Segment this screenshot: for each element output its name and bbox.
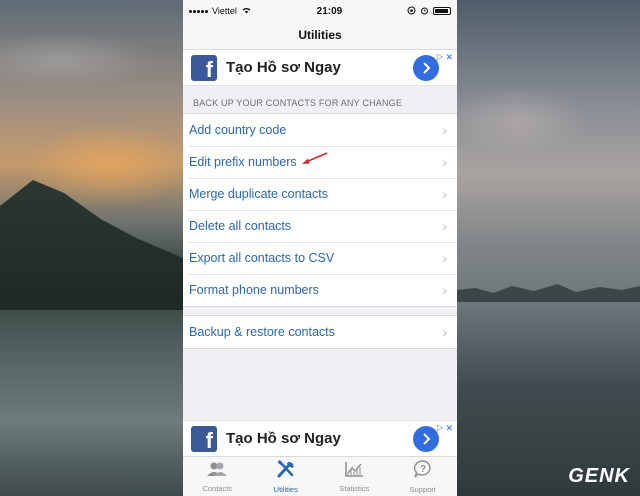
watermark-text: GENK (568, 465, 630, 487)
ad-title: Tạo Hồ sơ Ngay (226, 59, 341, 76)
tab-bar: Contacts Utilities Statistics ? Support (183, 456, 457, 496)
list-item[interactable]: Delete all contacts › (183, 210, 457, 242)
genk-watermark: GENK (568, 465, 630, 488)
question-icon: ? (413, 459, 433, 483)
ad-go-button[interactable] (413, 55, 439, 81)
phone-screen: Viettel 21:09 Utilities f Tạo Hồ sơ Ngay… (183, 0, 457, 496)
tools-icon (276, 459, 296, 483)
clock: 21:09 (316, 5, 343, 17)
chevron-right-icon: › (442, 324, 447, 340)
list-item-label: Merge duplicate contacts (189, 187, 328, 201)
contacts-icon (206, 461, 228, 482)
ad-info-icon[interactable]: ▷ (437, 52, 443, 61)
tab-statistics[interactable]: Statistics (320, 457, 389, 496)
list-item-label: Format phone numbers (189, 283, 319, 297)
list-item-label: Backup & restore contacts (189, 325, 335, 339)
alarm-icon (420, 6, 429, 17)
lock-rotation-icon (407, 6, 416, 17)
tab-label: Utilities (273, 484, 298, 494)
status-bar: Viettel 21:09 (183, 0, 457, 22)
list-item[interactable]: Merge duplicate contacts › (183, 178, 457, 210)
ad-banner-top[interactable]: f Tạo Hồ sơ Ngay ▷ ✕ (183, 50, 457, 86)
list-item[interactable]: Format phone numbers › (183, 274, 457, 306)
annotation-arrow-icon (302, 152, 328, 164)
mountain-silhouette (0, 180, 183, 310)
list-item[interactable]: Backup & restore contacts › (183, 316, 457, 348)
tab-support[interactable]: ? Support (389, 457, 458, 496)
background-left (0, 0, 183, 496)
tab-contacts[interactable]: Contacts (183, 457, 252, 496)
signal-icon (189, 9, 208, 13)
utilities-list: Add country code › Edit prefix numbers ›… (183, 113, 457, 307)
ad-close-icon[interactable]: ✕ (445, 423, 453, 434)
islands-silhouette (457, 284, 640, 302)
ad-banner-bottom[interactable]: f Tạo Hồ sơ Ngay ▷ ✕ (183, 420, 457, 456)
svg-text:?: ? (420, 464, 426, 475)
tab-label: Support (409, 484, 436, 494)
ad-title: Tạo Hồ sơ Ngay (226, 430, 341, 447)
list-item-label: Export all contacts to CSV (189, 251, 335, 265)
ad-go-button[interactable] (413, 426, 439, 452)
list-item[interactable]: Export all contacts to CSV › (183, 242, 457, 274)
chart-icon (344, 461, 364, 482)
list-item[interactable]: Add country code › (183, 114, 457, 146)
list-item-label: Edit prefix numbers (189, 155, 297, 169)
chevron-right-icon: › (442, 218, 447, 234)
section-header: BACK UP YOUR CONTACTS FOR ANY CHANGE (193, 98, 403, 108)
chevron-right-icon: › (442, 122, 447, 138)
page-title: Utilities (183, 22, 457, 50)
ad-close-icon[interactable]: ✕ (445, 52, 453, 63)
tab-label: Statistics (339, 483, 370, 493)
chevron-right-icon: › (442, 282, 447, 298)
facebook-logo-icon: f (191, 425, 217, 452)
backup-list: Backup & restore contacts › (183, 315, 457, 349)
chevron-right-icon: › (442, 154, 447, 170)
tab-label: Contacts (202, 483, 233, 493)
wifi-icon (241, 6, 252, 16)
tab-utilities[interactable]: Utilities (252, 457, 321, 496)
chevron-right-icon: › (442, 186, 447, 202)
background-right (457, 0, 640, 496)
carrier-label: Viettel (212, 6, 237, 16)
list-item-label: Add country code (189, 123, 287, 137)
ad-info-icon[interactable]: ▷ (437, 423, 443, 432)
list-item-label: Delete all contacts (189, 219, 292, 233)
chevron-right-icon: › (442, 250, 447, 266)
facebook-logo-icon: f (191, 54, 217, 81)
battery-icon (433, 7, 451, 15)
